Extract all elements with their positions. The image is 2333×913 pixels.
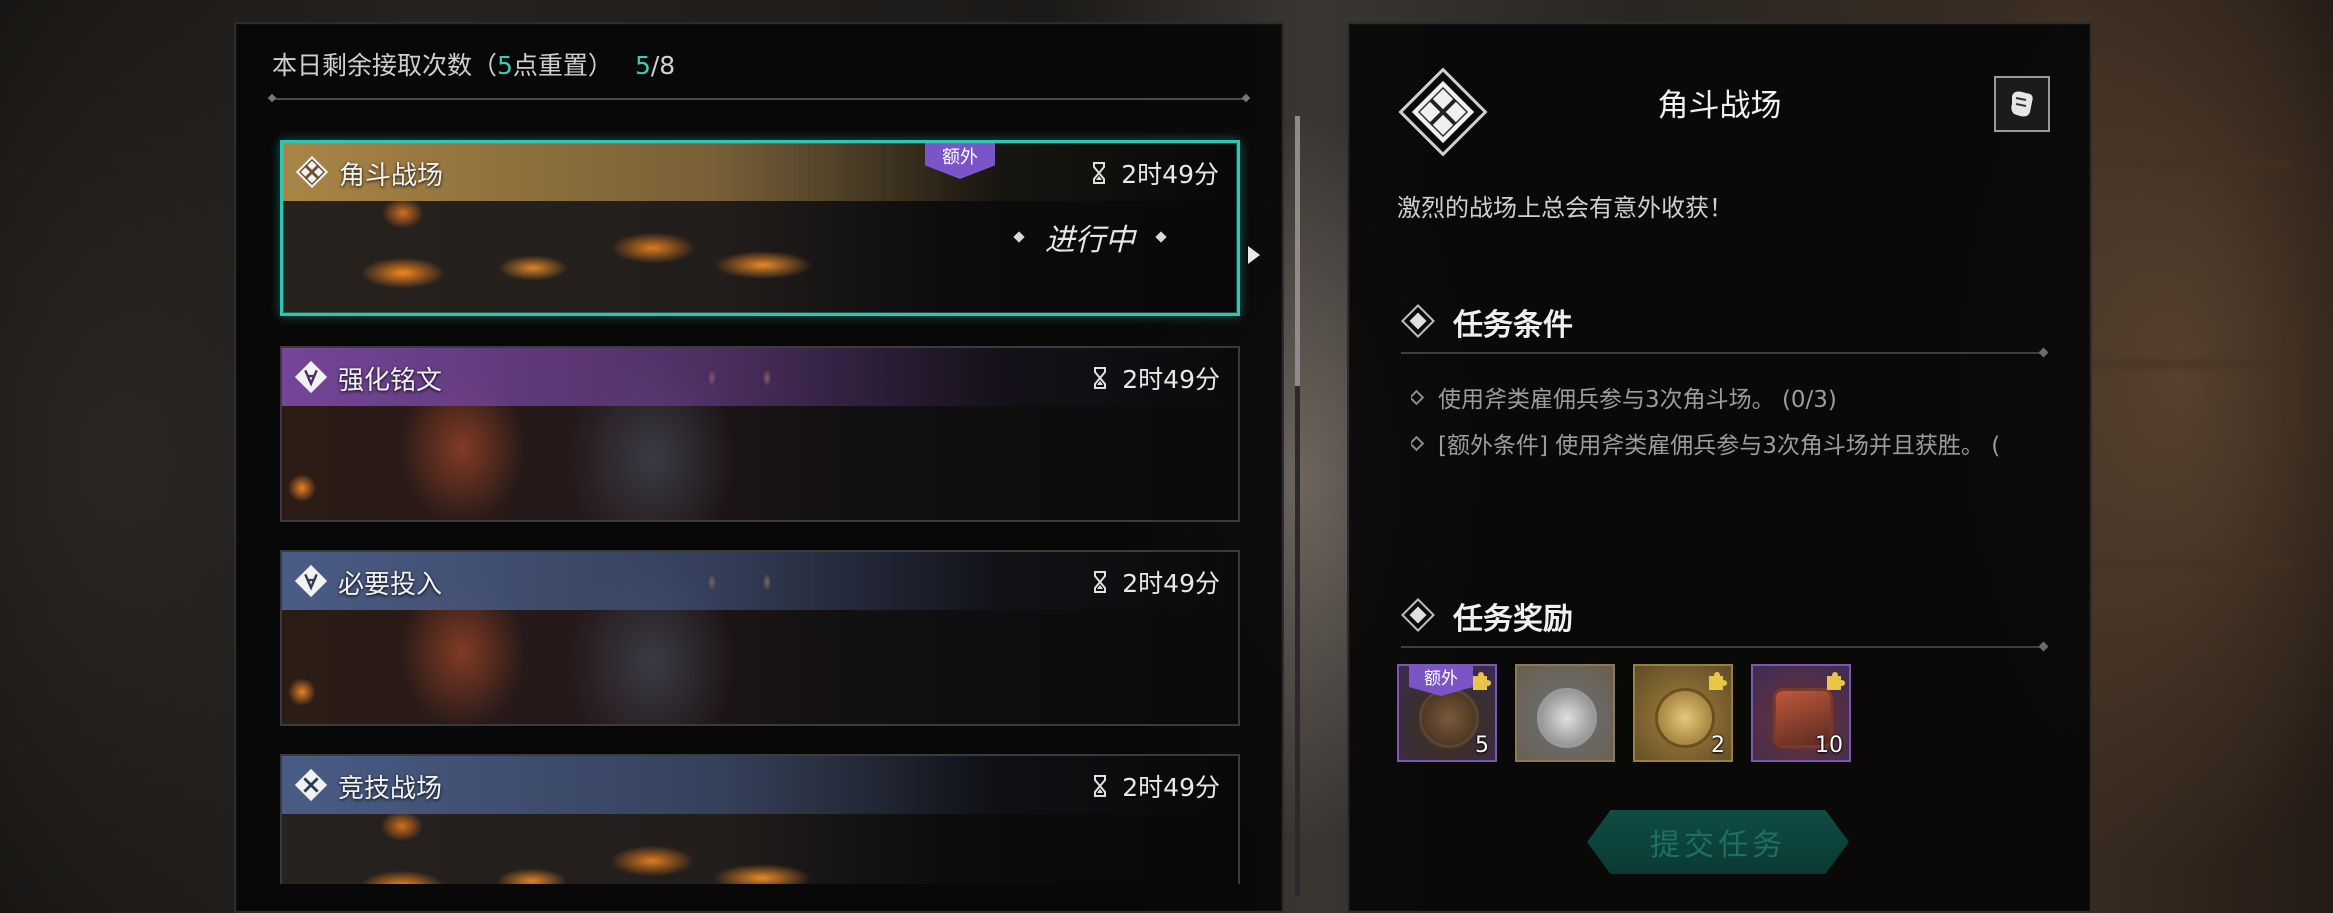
crossed-swords-icon xyxy=(294,768,328,802)
puzzle-piece-icon xyxy=(1709,672,1727,690)
condition-text: 使用斧类雇佣兵参与3次角斗场。 (0/3) xyxy=(1438,387,1837,413)
quest-card-enhance-inscription[interactable]: 强化铭文 2时49分 xyxy=(280,346,1240,522)
quest-timer-text: 2时49分 xyxy=(1122,569,1220,598)
quest-timer-text: 2时49分 xyxy=(1121,160,1219,189)
conditions-header: 任务条件 xyxy=(1397,300,1573,344)
condition-item: 使用斧类雇佣兵参与3次角斗场。 (0/3) xyxy=(1411,380,2031,414)
section-diamond-icon xyxy=(1401,304,1435,338)
rewards-header: 任务奖励 xyxy=(1397,594,1573,638)
accept-count-used: 5 xyxy=(634,51,651,80)
quest-list-panel: 本日剩余接取次数（5点重置） 5/8 角斗战场 额外 2时49分 进行中 强化铭… xyxy=(234,22,1300,913)
guild-quest-button[interactable] xyxy=(1994,76,2050,132)
quest-title: 必要投入 xyxy=(338,570,443,600)
quest-timer-text: 2时49分 xyxy=(1122,365,1220,394)
reward-slot[interactable]: 2 xyxy=(1633,664,1733,762)
quest-card-necessary-investment[interactable]: 必要投入 2时49分 xyxy=(280,550,1240,726)
rewards-header-text: 任务奖励 xyxy=(1453,602,1573,637)
hourglass-icon xyxy=(1094,571,1107,593)
reward-list: 额外 5 2 10 xyxy=(1397,664,1851,762)
investment-rune-icon xyxy=(294,564,328,598)
quest-card-competitive-arena[interactable]: 竞技战场 2时49分 xyxy=(280,754,1240,884)
crossed-swords-icon xyxy=(295,155,329,189)
quest-timer: 2时49分 xyxy=(1092,564,1220,600)
quest-description: 激烈的战场上总会有意外收获！ xyxy=(1397,194,1733,222)
scrollbar-thumb[interactable] xyxy=(1295,116,1300,386)
section-diamond-icon xyxy=(1401,598,1435,632)
hourglass-icon xyxy=(1094,775,1107,797)
status-text: 进行中 xyxy=(1045,223,1135,258)
condition-bullet-icon xyxy=(1411,389,1425,405)
quest-detail-panel: 角斗战场 激烈的战场上总会有意外收获！ 任务条件 使用斧类雇佣兵参与3次角斗场。… xyxy=(1347,22,2092,913)
condition-item-extra: [额外条件] 使用斧类雇佣兵参与3次角斗场并且获胜。 ( xyxy=(1411,426,2031,460)
quest-title: 角斗战场 xyxy=(339,161,444,191)
quest-title: 竞技战场 xyxy=(338,774,443,804)
inscription-rune-icon xyxy=(294,360,328,394)
daily-accept-counter: 本日剩余接取次数（5点重置） 5/8 xyxy=(272,51,676,80)
shield-coin-icon xyxy=(1419,688,1479,748)
quest-timer: 2时49分 xyxy=(1091,155,1219,191)
submit-quest-button[interactable]: 提交任务 xyxy=(1587,810,1849,874)
rewards-divider xyxy=(1401,646,2044,648)
gold-medal-icon xyxy=(1655,688,1715,748)
puzzle-piece-icon xyxy=(1827,672,1845,690)
quest-card-gladiator-arena[interactable]: 角斗战场 额外 2时49分 进行中 xyxy=(280,140,1240,316)
reward-quantity: 10 xyxy=(1815,733,1843,758)
accept-count-total: /8 xyxy=(650,51,676,80)
quest-timer-text: 2时49分 xyxy=(1122,773,1220,802)
status-diamond-left xyxy=(1013,231,1025,243)
quest-timer: 2时49分 xyxy=(1092,768,1220,804)
quest-status: 进行中 xyxy=(1013,215,1167,259)
fist-scroll-icon xyxy=(2011,91,2033,117)
conditions-header-text: 任务条件 xyxy=(1453,308,1573,343)
quest-timer: 2时49分 xyxy=(1092,360,1220,396)
quest-detail-title: 角斗战场 xyxy=(1657,88,1782,124)
reward-slot[interactable] xyxy=(1515,664,1615,762)
puzzle-piece-icon xyxy=(1473,672,1491,690)
quest-list-scrollbar[interactable] xyxy=(1295,116,1300,896)
selected-pointer-arrow xyxy=(1248,246,1260,264)
reward-quantity: 5 xyxy=(1475,733,1489,758)
header-divider xyxy=(272,98,1246,100)
condition-text: [额外条件] 使用斧类雇佣兵参与3次角斗场并且获胜。 ( xyxy=(1438,433,2001,459)
conditions-divider xyxy=(1401,352,2044,354)
reward-quantity: 2 xyxy=(1711,733,1725,758)
quest-title: 强化铭文 xyxy=(338,366,443,396)
silver-coins-icon xyxy=(1537,688,1597,748)
status-diamond-right xyxy=(1155,231,1167,243)
hourglass-icon xyxy=(1094,367,1107,389)
condition-bullet-icon xyxy=(1411,435,1425,451)
reward-slot[interactable]: 额外 5 xyxy=(1397,664,1497,762)
reward-slot[interactable]: 10 xyxy=(1751,664,1851,762)
hourglass-icon xyxy=(1093,162,1106,184)
